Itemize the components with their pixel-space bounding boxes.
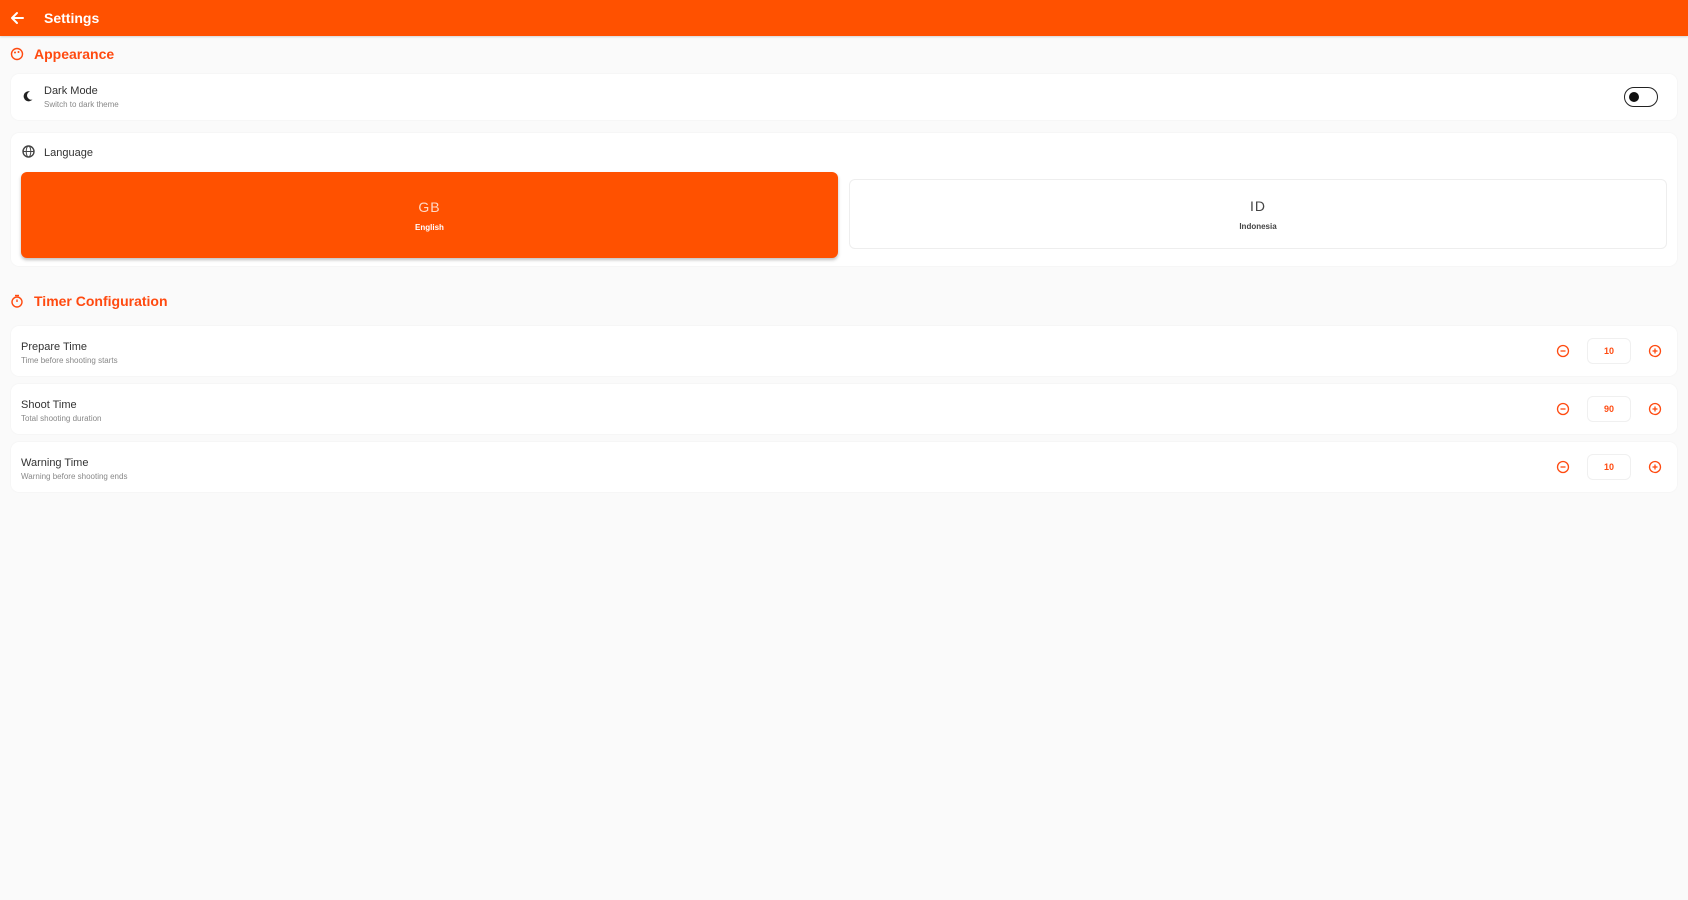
plus-circle-icon (1648, 460, 1662, 474)
dark-mode-title: Dark Mode (44, 85, 98, 97)
prepare-time-title: Prepare Time (21, 341, 88, 353)
plus-circle-icon (1648, 344, 1662, 358)
flag-code: ID (1250, 197, 1266, 214)
prepare-time-stepper: 10 (1553, 338, 1665, 364)
language-option-indonesia[interactable]: ID Indonesia (849, 179, 1667, 249)
prepare-time-value[interactable]: 10 (1587, 338, 1631, 364)
decrement-button[interactable] (1553, 457, 1573, 477)
back-button[interactable] (1, 0, 33, 36)
warning-time-subtitle: Warning before shooting ends (21, 472, 128, 481)
shoot-time-title: Shoot Time (21, 399, 77, 411)
language-card: Language GB English ID Indonesia (11, 133, 1677, 266)
page-title: Settings (44, 10, 100, 26)
appearance-heading: Appearance (34, 46, 115, 62)
arrow-left-icon (11, 12, 24, 24)
shoot-time-subtitle: Total shooting duration (21, 414, 102, 423)
warning-time-value[interactable]: 10 (1587, 454, 1631, 480)
plus-circle-icon (1648, 402, 1662, 416)
minus-circle-icon (1556, 344, 1570, 358)
timer-heading: Timer Configuration (34, 293, 168, 309)
warning-time-card: Warning Time Warning before shooting end… (11, 442, 1677, 492)
palette-icon (9, 46, 25, 62)
minus-circle-icon (1556, 460, 1570, 474)
shoot-time-value[interactable]: 90 (1587, 396, 1631, 422)
shoot-time-stepper: 90 (1553, 396, 1665, 422)
minus-circle-icon (1556, 402, 1570, 416)
language-label: Language (44, 147, 93, 159)
shoot-time-card: Shoot Time Total shooting duration 90 (11, 384, 1677, 434)
warning-time-title: Warning Time (21, 457, 89, 469)
decrement-button[interactable] (1553, 341, 1573, 361)
toggle-knob (1629, 92, 1639, 102)
increment-button[interactable] (1645, 399, 1665, 419)
flag-code: GB (418, 198, 441, 215)
prepare-time-subtitle: Time before shooting starts (21, 356, 118, 365)
timer-icon (9, 293, 25, 309)
app-bar: Settings (0, 0, 1688, 36)
moon-icon (22, 89, 34, 107)
language-name: English (415, 222, 444, 232)
language-name: Indonesia (1239, 221, 1277, 231)
appearance-section-header: Appearance (9, 46, 114, 62)
decrement-button[interactable] (1553, 399, 1573, 419)
globe-icon (22, 145, 35, 163)
dark-mode-toggle[interactable] (1624, 87, 1658, 107)
warning-time-stepper: 10 (1553, 454, 1665, 480)
prepare-time-card: Prepare Time Time before shooting starts… (11, 326, 1677, 376)
increment-button[interactable] (1645, 457, 1665, 477)
timer-section-header: Timer Configuration (9, 293, 168, 309)
dark-mode-subtitle: Switch to dark theme (44, 100, 119, 109)
language-option-english[interactable]: GB English (21, 172, 838, 258)
increment-button[interactable] (1645, 341, 1665, 361)
dark-mode-card: Dark Mode Switch to dark theme (11, 74, 1677, 120)
